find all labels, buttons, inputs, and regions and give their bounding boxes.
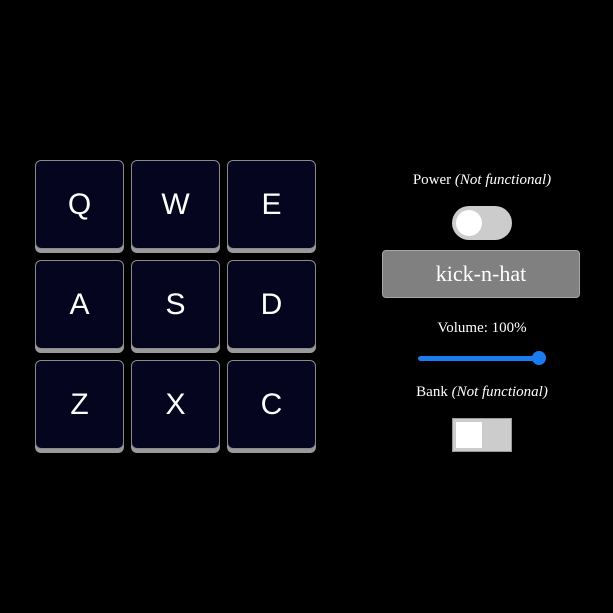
drum-pad-d[interactable]: D [227, 260, 316, 349]
power-label-text: Power [412, 172, 455, 188]
power-note: (Not functional) [454, 172, 552, 188]
bank-note: (Not functional) [451, 384, 548, 400]
bank-label-text: Bank [416, 384, 452, 400]
drum-pad-c[interactable]: C [227, 360, 316, 449]
drum-pad-s[interactable]: S [131, 260, 220, 349]
bank-toggle[interactable] [452, 418, 512, 452]
volume-label: Volume: 100% [437, 320, 527, 336]
drum-machine: Q W E A S D Z X C Power (Not functional)… [0, 0, 613, 613]
drum-pad-z[interactable]: Z [35, 360, 124, 449]
pad-grid: Q W E A S D Z X C [35, 160, 319, 454]
bank-label: Bank (Not functional) [380, 384, 584, 401]
power-toggle-knob [456, 210, 482, 236]
drum-pad-w[interactable]: W [131, 160, 220, 249]
bank-toggle-knob [456, 422, 482, 448]
volume-slider-track [418, 356, 539, 361]
volume-slider-thumb[interactable] [532, 351, 546, 365]
drum-pad-x[interactable]: X [131, 360, 220, 449]
drum-pad-a[interactable]: A [35, 260, 124, 349]
drum-pad-e[interactable]: E [227, 160, 316, 249]
volume-slider[interactable] [418, 350, 546, 366]
drum-pad-q[interactable]: Q [35, 160, 124, 249]
power-toggle[interactable] [452, 206, 512, 240]
sound-display: kick-n-hat [382, 250, 580, 298]
power-label: Power (Not functional) [380, 172, 584, 189]
